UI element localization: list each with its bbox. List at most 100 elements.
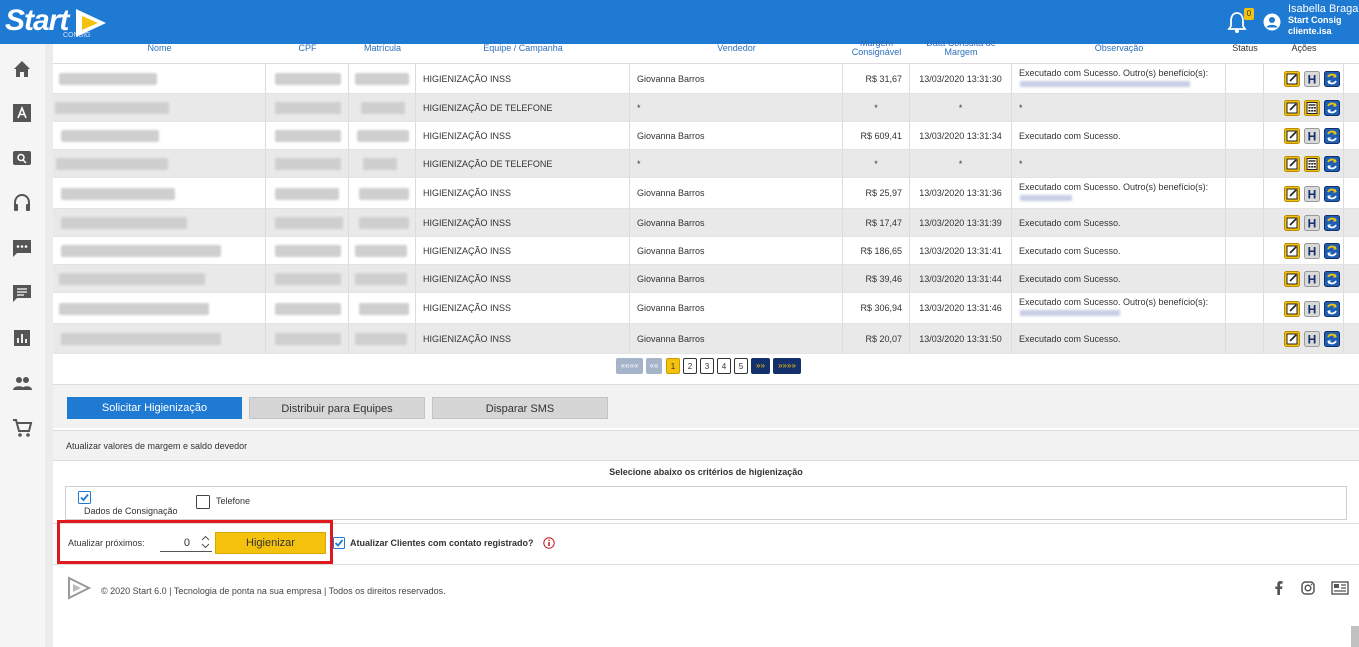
table-row[interactable]: HIGIENIZAÇÃO INSS Giovanna Barros R$ 25,97… <box>53 178 1359 209</box>
edit-icon[interactable] <box>1284 156 1300 172</box>
info-icon[interactable] <box>543 537 555 549</box>
redacted-matricula <box>359 217 409 229</box>
edit-icon[interactable] <box>1284 271 1300 287</box>
cart-icon[interactable] <box>11 417 33 439</box>
stepper-arrows-icon[interactable] <box>201 535 210 549</box>
table-row[interactable]: HIGIENIZAÇÃO INSS Giovanna Barros R$ 31,67… <box>53 64 1359 94</box>
col-observacao[interactable]: Observação <box>1012 44 1226 64</box>
proximos-input[interactable]: 0 <box>160 533 212 552</box>
refresh-icon[interactable] <box>1324 185 1340 202</box>
next-page-button[interactable]: »» <box>751 358 770 374</box>
col-vendedor[interactable]: Vendedor <box>630 44 843 64</box>
data-text: * <box>958 102 963 113</box>
col-margem[interactable]: Margem Consignável <box>843 39 910 64</box>
cell-nome <box>53 178 266 208</box>
refresh-icon[interactable] <box>1324 71 1340 87</box>
redacted-cpf <box>275 187 339 200</box>
bar-chart-icon[interactable] <box>11 327 33 349</box>
col-equipe[interactable]: Equipe / Campanha <box>416 44 630 64</box>
table-row[interactable]: HIGIENIZAÇÃO DE TELEFONE * * * * <box>53 150 1359 178</box>
col-cpf[interactable]: CPF <box>266 44 349 64</box>
history-icon[interactable]: H <box>1304 271 1320 287</box>
scrollbar-thumb[interactable] <box>1351 626 1359 647</box>
table-row[interactable]: HIGIENIZAÇÃO DE TELEFONE * * * * <box>53 94 1359 122</box>
page-3-button[interactable]: 3 <box>700 358 714 374</box>
calculator-icon[interactable] <box>1304 156 1320 172</box>
chat-dots-icon[interactable] <box>11 237 33 259</box>
message-icon[interactable] <box>11 282 33 304</box>
refresh-icon[interactable] <box>1324 156 1340 172</box>
edit-icon[interactable] <box>1284 331 1300 347</box>
cell-status <box>1226 237 1264 264</box>
edit-icon[interactable] <box>1284 243 1300 259</box>
col-status[interactable]: Status <box>1226 44 1264 64</box>
table-row[interactable]: HIGIENIZAÇÃO INSS Giovanna Barros R$ 306,9… <box>53 293 1359 324</box>
history-icon[interactable]: H <box>1304 71 1320 87</box>
history-icon[interactable]: H <box>1304 185 1320 202</box>
edit-icon[interactable] <box>1284 300 1300 317</box>
cell-margem: * <box>843 94 910 121</box>
cell-data: 13/03/2020 13:31:41 <box>910 237 1012 264</box>
atualizar-clientes-checkbox[interactable] <box>333 537 345 549</box>
prev-page-button[interactable]: «« <box>646 358 662 374</box>
edit-icon[interactable] <box>1284 71 1300 87</box>
refresh-icon[interactable] <box>1324 243 1340 259</box>
col-matricula[interactable]: Matrícula <box>349 44 416 64</box>
col-data-consulta[interactable]: Data Consulta de Margem <box>910 39 1012 64</box>
refresh-icon[interactable] <box>1324 215 1340 231</box>
redacted-name <box>55 102 169 114</box>
headset-icon[interactable] <box>11 192 33 214</box>
cell-cpf <box>266 324 349 353</box>
distribuir-equipes-button[interactable]: Distribuir para Equipes <box>249 397 425 419</box>
edit-icon[interactable] <box>1284 185 1300 202</box>
redacted-matricula <box>359 187 409 200</box>
vendedor-text: Giovanna Barros <box>637 217 705 228</box>
calculator-icon[interactable] <box>1304 100 1320 116</box>
table-row[interactable]: HIGIENIZAÇÃO INSS Giovanna Barros R$ 39,46… <box>53 265 1359 293</box>
search-icon[interactable] <box>11 147 33 169</box>
last-page-button[interactable]: »»»» <box>773 358 801 374</box>
table-row[interactable]: HIGIENIZAÇÃO INSS Giovanna Barros R$ 186,6… <box>53 237 1359 265</box>
newspaper-icon[interactable] <box>1331 581 1349 595</box>
history-icon[interactable]: H <box>1304 243 1320 259</box>
user-avatar-icon[interactable] <box>1263 13 1281 31</box>
higienizar-button[interactable]: Higienizar <box>215 532 326 554</box>
consignacao-checkbox[interactable] <box>78 491 91 504</box>
home-icon[interactable] <box>11 58 33 80</box>
col-nome[interactable]: Nome <box>53 44 266 64</box>
facebook-icon[interactable] <box>1274 581 1284 595</box>
edit-icon[interactable] <box>1284 128 1300 144</box>
table-row[interactable]: HIGIENIZAÇÃO INSS Giovanna Barros R$ 20,07… <box>53 324 1359 354</box>
page-2-button[interactable]: 2 <box>683 358 697 374</box>
telefone-checkbox[interactable] <box>196 495 210 509</box>
solicitar-higienizacao-button[interactable]: Solicitar Higienização <box>67 397 242 419</box>
observacao-text: Executado com Sucesso. <box>1019 333 1121 344</box>
history-icon[interactable]: H <box>1304 300 1320 317</box>
page-4-button[interactable]: 4 <box>717 358 731 374</box>
table-row[interactable]: HIGIENIZAÇÃO INSS Giovanna Barros R$ 17,47… <box>53 209 1359 237</box>
cell-observacao: Executado com Sucesso. <box>1012 324 1226 353</box>
margem-text: R$ 17,47 <box>865 217 902 228</box>
edit-icon[interactable] <box>1284 215 1300 231</box>
first-page-button[interactable]: «««« <box>616 358 643 374</box>
instagram-icon[interactable] <box>1301 581 1315 595</box>
disparar-sms-button[interactable]: Disparar SMS <box>432 397 608 419</box>
table-row[interactable]: HIGIENIZAÇÃO INSS Giovanna Barros R$ 609,4… <box>53 122 1359 150</box>
refresh-icon[interactable] <box>1324 331 1340 347</box>
font-icon[interactable] <box>11 102 33 124</box>
user-info[interactable]: Isabella Braga Start Consig cliente.isa <box>1288 4 1358 37</box>
refresh-icon[interactable] <box>1324 300 1340 317</box>
page-5-button[interactable]: 5 <box>734 358 748 374</box>
history-icon[interactable]: H <box>1304 128 1320 144</box>
margem-text: * <box>874 158 878 169</box>
history-icon[interactable]: H <box>1304 215 1320 231</box>
history-icon[interactable]: H <box>1304 331 1320 347</box>
refresh-icon[interactable] <box>1324 128 1340 144</box>
page-1-button[interactable]: 1 <box>666 358 680 374</box>
refresh-icon[interactable] <box>1324 271 1340 287</box>
cell-equipe: HIGIENIZAÇÃO INSS <box>416 324 630 353</box>
edit-icon[interactable] <box>1284 100 1300 116</box>
action-bar: Solicitar Higienização Distribuir para E… <box>53 384 1359 428</box>
people-icon[interactable] <box>11 372 33 394</box>
refresh-icon[interactable] <box>1324 100 1340 116</box>
